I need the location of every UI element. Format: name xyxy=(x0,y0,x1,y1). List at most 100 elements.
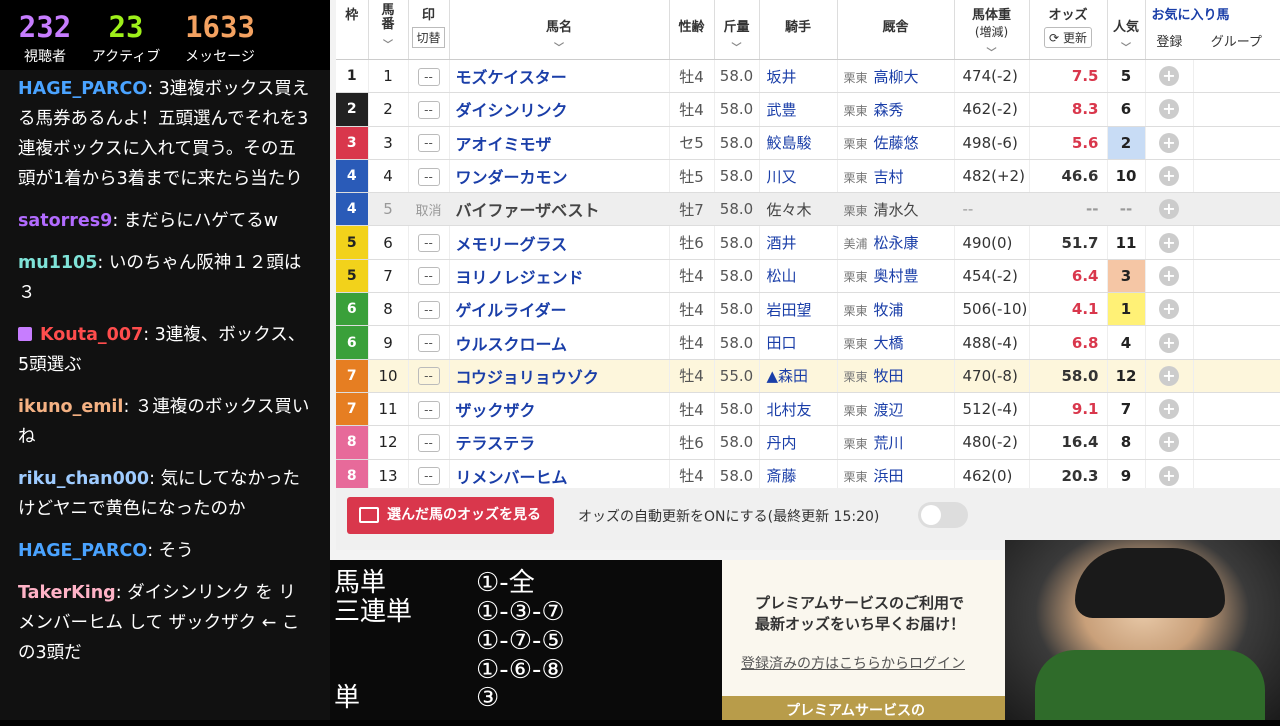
jockey-link[interactable]: 岩田望 xyxy=(759,292,838,327)
mark-selector[interactable]: -- xyxy=(417,433,440,452)
plus-icon[interactable]: + xyxy=(1159,299,1179,320)
plus-icon[interactable]: + xyxy=(1159,432,1179,453)
jockey-link[interactable]: 坂井 xyxy=(759,59,838,94)
stable-cell[interactable]: 栗東 佐藤悠 xyxy=(837,126,955,160)
stable-cell[interactable]: 栗東 吉村 xyxy=(837,159,955,194)
stable-cell[interactable]: 栗東 奥村豊 xyxy=(837,259,955,294)
chat-panel[interactable]: HAGE_PARCO: 3連複ボックス買える馬券あるんよ！五頭選んでそれを3連複… xyxy=(0,70,330,720)
favorite-add-cell[interactable]: + xyxy=(1145,159,1194,194)
mark-selector[interactable]: -- xyxy=(417,67,440,86)
sort-chevron-icon[interactable]: ﹀ xyxy=(955,44,1029,59)
jockey-link[interactable]: 佐々木 xyxy=(759,192,838,227)
plus-icon[interactable]: + xyxy=(1159,365,1179,386)
stable-cell[interactable]: 栗東 牧田 xyxy=(837,359,955,393)
header-kinryo[interactable]: 斤量 ﹀ xyxy=(714,0,760,60)
trainer-link[interactable]: 渡辺 xyxy=(874,401,904,419)
mark-cell[interactable]: -- xyxy=(408,292,450,327)
mark-toggle-button[interactable]: 切替 xyxy=(412,27,445,48)
jockey-link[interactable]: 武豊 xyxy=(759,92,838,127)
favorite-add-cell[interactable]: + xyxy=(1145,192,1194,227)
plus-icon[interactable]: + xyxy=(1159,199,1179,220)
trainer-link[interactable]: 森秀 xyxy=(874,101,904,119)
favorite-add-cell[interactable]: + xyxy=(1145,92,1194,127)
stable-cell[interactable]: 栗東 渡辺 xyxy=(837,392,955,427)
favorite-add-cell[interactable]: + xyxy=(1145,59,1194,94)
mark-cell[interactable]: -- xyxy=(408,92,450,127)
header-umaban[interactable]: 馬番 ﹀ xyxy=(368,0,409,60)
plus-icon[interactable]: + xyxy=(1159,66,1179,87)
plus-icon[interactable]: + xyxy=(1159,166,1179,187)
plus-icon[interactable]: + xyxy=(1159,232,1179,253)
stable-cell[interactable]: 栗東 大橋 xyxy=(837,325,955,360)
jockey-link[interactable]: ▲森田 xyxy=(759,359,838,393)
horse-name-link[interactable]: ヨリノレジェンド xyxy=(449,259,670,294)
mark-selector[interactable]: -- xyxy=(417,267,440,286)
sort-chevron-icon[interactable]: ﹀ xyxy=(1108,39,1145,54)
mark-cell[interactable]: -- xyxy=(408,225,450,260)
stable-cell[interactable]: 美浦 松永康 xyxy=(837,225,955,260)
mark-cell[interactable]: -- xyxy=(408,359,450,393)
horse-name-link[interactable]: モズケイスター xyxy=(449,59,670,94)
header-ninki[interactable]: 人気 ﹀ xyxy=(1107,0,1146,60)
mark-cell[interactable]: -- xyxy=(408,259,450,294)
chat-username[interactable]: Kouta_007 xyxy=(40,325,143,345)
mark-cell[interactable]: -- xyxy=(408,392,450,427)
header-name[interactable]: 馬名 ﹀ xyxy=(449,0,670,60)
chat-username[interactable]: mu1105 xyxy=(18,253,97,273)
chat-username[interactable]: ikuno_emil xyxy=(18,397,123,417)
favorite-add-cell[interactable]: + xyxy=(1145,425,1194,460)
mark-selector[interactable]: -- xyxy=(417,300,440,319)
mark-cell[interactable]: -- xyxy=(408,159,450,194)
plus-icon[interactable]: + xyxy=(1159,99,1179,120)
jockey-link[interactable]: 川又 xyxy=(759,159,838,194)
favorite-add-cell[interactable]: + xyxy=(1145,259,1194,294)
jockey-link[interactable]: 田口 xyxy=(759,325,838,360)
chat-username[interactable]: riku_chan000 xyxy=(18,469,149,489)
chat-username[interactable]: TakerKing xyxy=(18,583,116,603)
mark-selector[interactable]: -- xyxy=(417,167,440,186)
trainer-link[interactable]: 奥村豊 xyxy=(874,267,919,285)
plus-icon[interactable]: + xyxy=(1159,332,1179,353)
mark-selector[interactable]: -- xyxy=(417,234,440,253)
horse-name-link[interactable]: ダイシンリンク xyxy=(449,92,670,127)
horse-name-link[interactable]: メモリーグラス xyxy=(449,225,670,260)
favorite-add-cell[interactable]: + xyxy=(1145,225,1194,260)
jockey-link[interactable]: 酒井 xyxy=(759,225,838,260)
horse-name-link[interactable]: コウジョリョウゾク xyxy=(449,359,670,393)
chat-username[interactable]: satorres9 xyxy=(18,211,112,231)
trainer-link[interactable]: 松永康 xyxy=(874,234,919,252)
horse-name-link[interactable]: バイファーザベスト xyxy=(449,192,670,227)
trainer-link[interactable]: 大橋 xyxy=(874,334,904,352)
horse-name-link[interactable]: ザックザク xyxy=(449,392,670,427)
plus-icon[interactable]: + xyxy=(1159,265,1179,286)
mark-cell[interactable]: -- xyxy=(408,126,450,160)
trainer-link[interactable]: 荒川 xyxy=(874,434,904,452)
login-link[interactable]: 登録済みの方はこちらからログイン xyxy=(741,653,965,673)
trainer-link[interactable]: 清水久 xyxy=(874,201,919,219)
trainer-link[interactable]: 牧浦 xyxy=(874,301,904,319)
trainer-link[interactable]: 牧田 xyxy=(874,367,904,385)
mark-selector[interactable]: -- xyxy=(417,400,440,419)
mark-cell[interactable]: -- xyxy=(408,425,450,460)
plus-icon[interactable]: + xyxy=(1159,132,1179,153)
trainer-link[interactable]: 佐藤悠 xyxy=(874,134,919,152)
horse-name-link[interactable]: ワンダーカモン xyxy=(449,159,670,194)
mark-cell[interactable]: -- xyxy=(408,325,450,360)
trainer-link[interactable]: 高柳大 xyxy=(874,68,919,86)
sort-chevron-icon[interactable]: ﹀ xyxy=(369,36,408,51)
favorite-add-cell[interactable]: + xyxy=(1145,325,1194,360)
sort-chevron-icon[interactable]: ﹀ xyxy=(715,39,759,54)
chat-username[interactable]: HAGE_PARCO xyxy=(18,541,147,561)
auto-update-toggle[interactable] xyxy=(918,502,968,528)
mark-selector[interactable]: -- xyxy=(417,134,440,153)
mark-cell[interactable]: -- xyxy=(408,59,450,94)
sort-chevron-icon[interactable]: ﹀ xyxy=(450,39,669,54)
plus-icon[interactable]: + xyxy=(1159,399,1179,420)
favorite-add-cell[interactable]: + xyxy=(1145,392,1194,427)
favorite-add-cell[interactable]: + xyxy=(1145,126,1194,160)
header-weight[interactable]: 馬体重 (増減) ﹀ xyxy=(954,0,1030,60)
jockey-link[interactable]: 北村友 xyxy=(759,392,838,427)
favorite-add-cell[interactable]: + xyxy=(1145,359,1194,393)
stable-cell[interactable]: 栗東 高柳大 xyxy=(837,59,955,94)
mark-selector[interactable]: -- xyxy=(417,100,440,119)
